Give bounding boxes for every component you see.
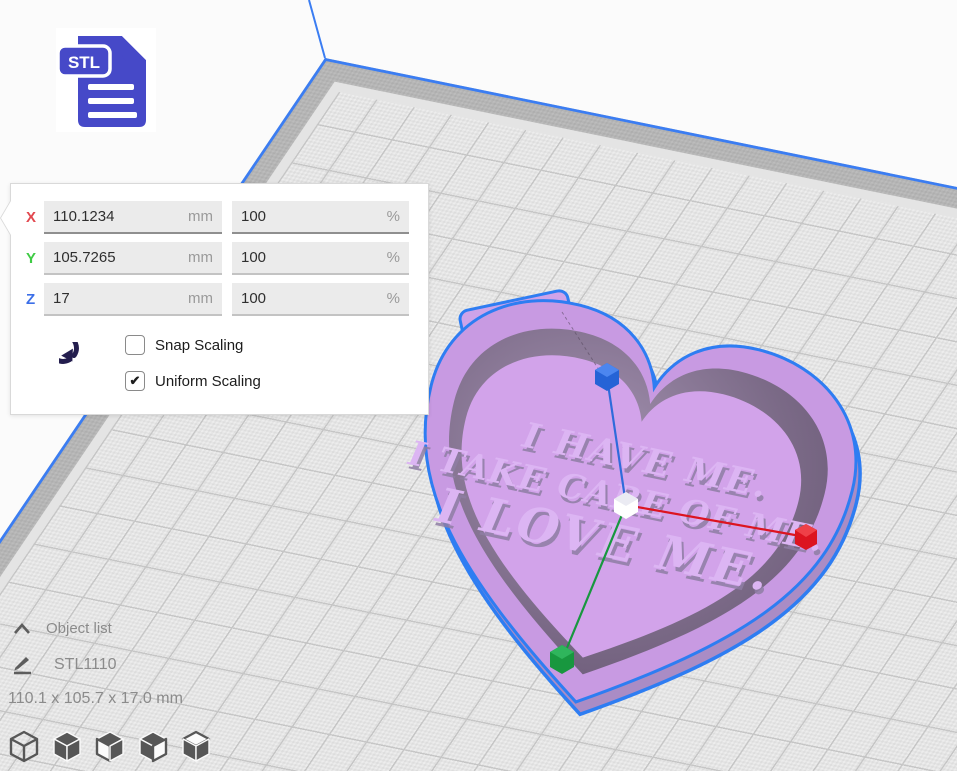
object-list-toggle[interactable]: Object list xyxy=(12,620,112,637)
view-top-button[interactable] xyxy=(92,727,128,765)
uniform-check-glyph: ✔ xyxy=(130,373,141,389)
x-size-input[interactable]: 110.1234 mm xyxy=(44,201,222,234)
view-3d-button[interactable] xyxy=(6,727,42,765)
chevron-up-icon xyxy=(12,622,32,636)
x-percent-value: 100 xyxy=(241,208,266,225)
object-list-label: Object list xyxy=(46,620,112,637)
view-front-button[interactable] xyxy=(49,727,85,765)
x-size-unit: mm xyxy=(188,208,213,225)
view-top-icon xyxy=(97,732,123,761)
view-left-icon xyxy=(140,732,166,761)
z-percent-input[interactable]: 100 % xyxy=(232,283,409,316)
edit-pencil-icon xyxy=(12,654,34,676)
x-percent-unit: % xyxy=(387,208,400,225)
object-dimensions: 110.1 x 105.7 x 17.0 mm xyxy=(8,690,183,708)
y-percent-input[interactable]: 100 % xyxy=(232,242,409,275)
view-right-icon xyxy=(183,732,209,761)
view-right-button[interactable] xyxy=(178,727,214,765)
z-size-value: 17 xyxy=(53,290,70,307)
reset-scale-button[interactable] xyxy=(59,342,99,386)
z-size-input[interactable]: 17 mm xyxy=(44,283,222,316)
z-percent-value: 100 xyxy=(241,290,266,307)
object-name: STL1110 xyxy=(54,656,117,674)
snap-scaling-option[interactable]: Snap Scaling xyxy=(125,335,243,355)
scale-row-x: X 110.1234 mm 100 % xyxy=(26,201,409,234)
x-axis-label: X xyxy=(26,209,44,226)
uniform-scaling-checkbox[interactable]: ✔ xyxy=(125,371,145,391)
stl-file-icon: STL xyxy=(56,28,156,132)
y-size-unit: mm xyxy=(188,249,213,266)
snap-scaling-label: Snap Scaling xyxy=(155,337,243,354)
object-name-row[interactable]: STL1110 xyxy=(12,654,117,676)
scale-row-y: Y 105.7265 mm 100 % xyxy=(26,242,409,275)
y-percent-unit: % xyxy=(387,249,400,266)
panel-pointer-notch xyxy=(1,201,11,235)
uniform-scaling-option[interactable]: ✔ Uniform Scaling xyxy=(125,371,261,391)
object-dimensions-row: 110.1 x 105.7 x 17.0 mm xyxy=(8,690,183,708)
x-percent-input[interactable]: 100 % xyxy=(232,201,409,234)
viewport-3d[interactable]: I HAVE ME. I HAVE ME. I TAKE CARE OF ME.… xyxy=(0,0,957,771)
y-size-value: 105.7265 xyxy=(53,249,116,266)
view-3d-icon xyxy=(11,732,37,761)
scale-row-z: Z 17 mm 100 % xyxy=(26,283,409,316)
scale-tool-panel: X 110.1234 mm 100 % Y 105.7265 mm 100 xyxy=(10,183,429,415)
z-size-unit: mm xyxy=(188,290,213,307)
stl-badge-label: STL xyxy=(68,53,100,72)
z-axis-label: Z xyxy=(26,291,44,308)
uniform-scaling-label: Uniform Scaling xyxy=(155,373,261,390)
y-axis-label: Y xyxy=(26,250,44,267)
x-size-value: 110.1234 xyxy=(53,208,114,225)
view-left-button[interactable] xyxy=(135,727,171,765)
camera-view-toolbar xyxy=(6,727,221,765)
snap-scaling-checkbox[interactable] xyxy=(125,335,145,355)
y-size-input[interactable]: 105.7265 mm xyxy=(44,242,222,275)
z-percent-unit: % xyxy=(387,290,400,307)
view-front-icon xyxy=(54,732,80,761)
build-plate-corner-edge xyxy=(309,0,325,58)
y-percent-value: 100 xyxy=(241,249,266,266)
